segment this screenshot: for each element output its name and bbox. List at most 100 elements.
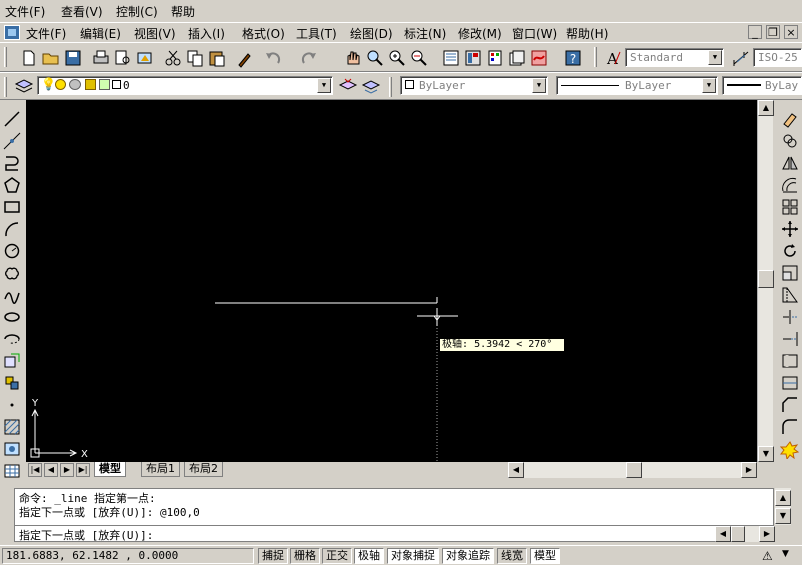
scroll-left-button[interactable]: ◀	[508, 462, 524, 478]
offset-icon[interactable]	[780, 175, 800, 195]
ortho-toggle[interactable]: 正交	[322, 548, 352, 564]
insert-block-icon[interactable]	[2, 351, 22, 371]
tab-next-button[interactable]: ▶	[60, 463, 74, 477]
menu-file[interactable]: 文件(F)	[5, 3, 45, 20]
erase-icon[interactable]	[780, 109, 800, 129]
hatch-icon[interactable]	[2, 417, 22, 437]
layer-manager-icon[interactable]	[14, 76, 34, 96]
menu-help-doc[interactable]: 帮助(H)	[566, 25, 608, 42]
rectangle-icon[interactable]	[2, 197, 22, 217]
toolbar-grip[interactable]	[594, 47, 597, 67]
paste-icon[interactable]	[207, 48, 227, 68]
toolbar-grip[interactable]	[4, 47, 7, 67]
document-icon[interactable]	[4, 25, 20, 40]
model-toggle[interactable]: 模型	[530, 548, 560, 564]
mirror-icon[interactable]	[780, 153, 800, 173]
status-menu-arrow-icon[interactable]: ▼	[782, 549, 789, 559]
lineweight-select[interactable]: ByLay	[722, 76, 802, 95]
tab-last-button[interactable]: ▶|	[76, 463, 90, 477]
menu-help[interactable]: 帮助	[171, 3, 195, 20]
zoom-window-icon[interactable]	[387, 48, 407, 68]
scroll-up-button[interactable]: ▲	[758, 100, 774, 116]
rotate-icon[interactable]	[780, 241, 800, 261]
cmd-scroll-down-button[interactable]: ▼	[775, 508, 791, 524]
polar-toggle[interactable]: 极轴	[354, 548, 384, 564]
line-icon[interactable]	[2, 109, 22, 129]
menu-file-doc[interactable]: 文件(F)	[26, 25, 66, 42]
toolbar-grip[interactable]	[389, 77, 392, 97]
redo-icon[interactable]	[299, 48, 319, 68]
menu-window[interactable]: 窗口(W)	[512, 25, 557, 42]
menu-dimension[interactable]: 标注(N)	[404, 25, 446, 42]
table-icon[interactable]	[2, 461, 22, 481]
properties-icon[interactable]	[441, 48, 461, 68]
undo-icon[interactable]	[263, 48, 283, 68]
sheet-set-manager-icon[interactable]	[507, 48, 527, 68]
minimize-button[interactable]: _	[748, 25, 762, 39]
cut-icon[interactable]	[163, 48, 183, 68]
menu-insert[interactable]: 插入(I)	[188, 25, 225, 42]
point-icon[interactable]	[2, 395, 22, 415]
polygon-icon[interactable]	[2, 175, 22, 195]
spline-icon[interactable]	[2, 285, 22, 305]
help-icon[interactable]: ?	[563, 48, 583, 68]
color-select[interactable]: ByLayer ▼	[400, 76, 548, 95]
polyline-icon[interactable]	[2, 153, 22, 173]
tool-palettes-icon[interactable]	[485, 48, 505, 68]
circle-icon[interactable]	[2, 241, 22, 261]
make-object-layer-current-icon[interactable]	[338, 76, 358, 96]
region-icon[interactable]	[2, 439, 22, 459]
layer-previous-icon[interactable]	[361, 76, 381, 96]
cmd-hscroll-thumb[interactable]	[731, 526, 745, 542]
design-center-icon[interactable]	[463, 48, 483, 68]
print-icon[interactable]	[91, 48, 111, 68]
toolbar-grip[interactable]	[4, 77, 7, 97]
text-style-icon[interactable]: A	[603, 48, 623, 68]
restore-button[interactable]: ❐	[766, 25, 780, 39]
canvas-vertical-scrollbar[interactable]: ▲ ▼	[757, 100, 774, 462]
explode-icon[interactable]	[779, 439, 800, 461]
fillet-icon[interactable]	[780, 417, 800, 437]
trim-icon[interactable]	[780, 307, 800, 327]
canvas-horizontal-scrollbar[interactable]: ◀ ▶	[508, 462, 757, 478]
cmd-scroll-left-button[interactable]: ◀	[715, 526, 731, 542]
cmd-scroll-up-button[interactable]: ▲	[775, 490, 791, 506]
zoom-realtime-icon[interactable]	[365, 48, 385, 68]
communication-center-icon[interactable]: ⚠	[762, 549, 773, 563]
hscroll-thumb[interactable]	[626, 462, 642, 478]
osnap-toggle[interactable]: 对象捕捉	[387, 548, 439, 564]
copy-clipboard-icon[interactable]	[185, 48, 205, 68]
open-icon[interactable]	[41, 48, 61, 68]
dimension-style-select[interactable]: ISO-25	[753, 48, 802, 67]
markup-set-manager-icon[interactable]	[529, 48, 549, 68]
otrack-toggle[interactable]: 对象追踪	[442, 548, 494, 564]
stretch-icon[interactable]	[780, 285, 800, 305]
cmd-scroll-right-button[interactable]: ▶	[759, 526, 775, 542]
ellipse-arc-icon[interactable]	[2, 329, 22, 349]
extend-icon[interactable]	[780, 329, 800, 349]
break-icon[interactable]	[780, 351, 800, 371]
join-icon[interactable]	[780, 373, 800, 393]
drawing-canvas[interactable]: Y X 极轴: 5.3942 < 270°	[26, 100, 757, 462]
menu-view[interactable]: 查看(V)	[61, 3, 103, 20]
tab-model[interactable]: 模型	[94, 462, 126, 477]
linetype-select[interactable]: ByLayer ▼	[556, 76, 718, 95]
arc-icon[interactable]	[2, 219, 22, 239]
scroll-down-button[interactable]: ▼	[758, 446, 774, 462]
command-horizontal-scrollbar[interactable]: ◀ ▶	[715, 526, 775, 542]
menu-format[interactable]: 格式(O)	[242, 25, 285, 42]
menu-tools[interactable]: 工具(T)	[296, 25, 337, 42]
scroll-thumb[interactable]	[758, 270, 774, 288]
zoom-previous-icon[interactable]	[409, 48, 429, 68]
menu-modify[interactable]: 修改(M)	[458, 25, 502, 42]
array-icon[interactable]	[780, 197, 800, 217]
tab-first-button[interactable]: |◀	[28, 463, 42, 477]
pan-realtime-icon[interactable]	[343, 48, 363, 68]
tab-prev-button[interactable]: ◀	[44, 463, 58, 477]
tab-layout1[interactable]: 布局1	[141, 462, 180, 477]
ellipse-icon[interactable]	[2, 307, 22, 327]
new-icon[interactable]	[19, 48, 39, 68]
copy-icon[interactable]	[780, 131, 800, 151]
save-icon[interactable]	[63, 48, 83, 68]
close-button[interactable]: ×	[784, 25, 798, 39]
